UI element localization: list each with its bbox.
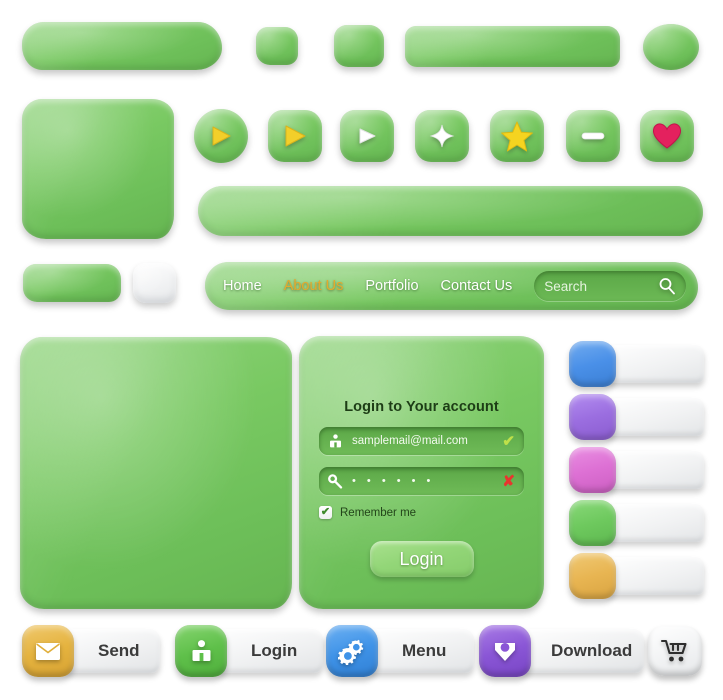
password-field[interactable]: • • • • • • ✘ (319, 467, 524, 495)
nav-item-contact-us[interactable]: Contact Us (441, 278, 513, 294)
ui-kit-canvas: Home About Us Portfolio Contact Us Searc… (0, 0, 723, 700)
plus-icon (429, 124, 455, 148)
icon-button-heart[interactable] (640, 110, 694, 162)
action-button-login[interactable]: Login (175, 625, 323, 677)
swatch-row-magenta[interactable] (569, 447, 704, 493)
shape-white-square[interactable] (133, 263, 176, 303)
shape-small-bar[interactable] (23, 264, 121, 302)
login-submit-button[interactable]: Login (369, 541, 474, 577)
panel-square-large (22, 99, 174, 239)
icon-button-minus[interactable] (566, 110, 620, 162)
email-status-badge: ✔ (502, 432, 515, 450)
nav-item-home[interactable]: Home (223, 278, 262, 294)
swatch-bar[interactable] (604, 398, 704, 436)
nav-item-portfolio[interactable]: Portfolio (365, 278, 418, 294)
password-value[interactable]: • • • • • • (352, 475, 434, 487)
heart-icon (652, 123, 682, 149)
login-submit-label: Login (399, 548, 444, 569)
email-value[interactable]: samplemail@mail.com (352, 435, 468, 447)
remember-me-checkbox[interactable]: ✔ (319, 506, 332, 519)
gears-icon[interactable] (326, 625, 378, 677)
swatch-bar[interactable] (604, 451, 704, 489)
nav-item-about-us[interactable]: About Us (284, 278, 344, 294)
shape-small-square[interactable] (256, 27, 298, 65)
shape-wide-bar[interactable] (405, 26, 620, 67)
swatch-bar[interactable] (604, 557, 704, 595)
login-title: Login to Your account (344, 399, 499, 415)
play-icon (359, 128, 376, 144)
action-button-send[interactable]: Send (22, 625, 160, 677)
login-button-body[interactable]: Login (213, 629, 323, 673)
swatch-chip-purple[interactable] (569, 394, 616, 440)
shape-ellipse[interactable] (643, 24, 699, 70)
swatch-row-blue[interactable] (569, 341, 704, 387)
menu-button-label: Menu (402, 641, 447, 660)
swatch-bar[interactable] (604, 504, 704, 542)
action-button-menu[interactable]: Menu (326, 625, 474, 677)
key-icon (328, 473, 343, 489)
icon-button-star[interactable] (490, 110, 544, 162)
download-button-label: Download (551, 641, 633, 660)
action-button-cart[interactable] (648, 625, 704, 677)
user-icon[interactable] (175, 625, 227, 677)
search-field[interactable]: Search (534, 271, 686, 301)
action-button-download[interactable]: Download (479, 625, 644, 677)
cart-icon[interactable] (648, 626, 702, 676)
download-button-body[interactable]: Download (517, 629, 644, 673)
star-icon (501, 121, 533, 151)
login-button-label: Login (251, 641, 298, 660)
shape-long-pill-bar[interactable] (198, 186, 703, 236)
password-status-badge: ✘ (502, 472, 515, 490)
play-icon (212, 126, 231, 146)
send-button-body[interactable]: Send (60, 629, 160, 673)
checkmark-icon: ✔ (320, 506, 331, 518)
icon-button-play-square-yellow[interactable] (268, 110, 322, 162)
shape-medium-square[interactable] (334, 25, 384, 67)
envelope-icon[interactable] (22, 625, 74, 677)
swatch-chip-gold[interactable] (569, 553, 616, 599)
email-field[interactable]: samplemail@mail.com ✔ (319, 427, 524, 455)
icon-button-play-circle[interactable] (194, 109, 248, 163)
swatch-chip-magenta[interactable] (569, 447, 616, 493)
search-input[interactable]: Search (544, 279, 587, 294)
icon-button-play-square-white[interactable] (340, 110, 394, 162)
remember-me-row[interactable]: ✔ Remember me (319, 506, 524, 519)
swatch-row-gold[interactable] (569, 553, 704, 599)
menu-button-body[interactable]: Menu (364, 629, 474, 673)
remember-me-label: Remember me (340, 506, 417, 519)
swatch-row-green[interactable] (569, 500, 704, 546)
login-card: Login to Your account samplemail@mail.co… (299, 336, 544, 609)
minus-icon (581, 132, 605, 140)
swatch-chip-green[interactable] (569, 500, 616, 546)
icon-button-plus[interactable] (415, 110, 469, 162)
send-button-label: Send (98, 641, 140, 660)
navigation-bar: Home About Us Portfolio Contact Us Searc… (205, 262, 698, 310)
panel-square-blank (20, 337, 292, 609)
swatch-bar[interactable] (604, 345, 704, 383)
user-icon (328, 433, 343, 449)
play-icon (285, 125, 306, 147)
swatch-chip-blue[interactable] (569, 341, 616, 387)
swatch-row-purple[interactable] (569, 394, 704, 440)
search-icon[interactable] (658, 277, 676, 295)
shape-large-rounded-bar[interactable] (22, 22, 222, 70)
download-icon[interactable] (479, 625, 531, 677)
